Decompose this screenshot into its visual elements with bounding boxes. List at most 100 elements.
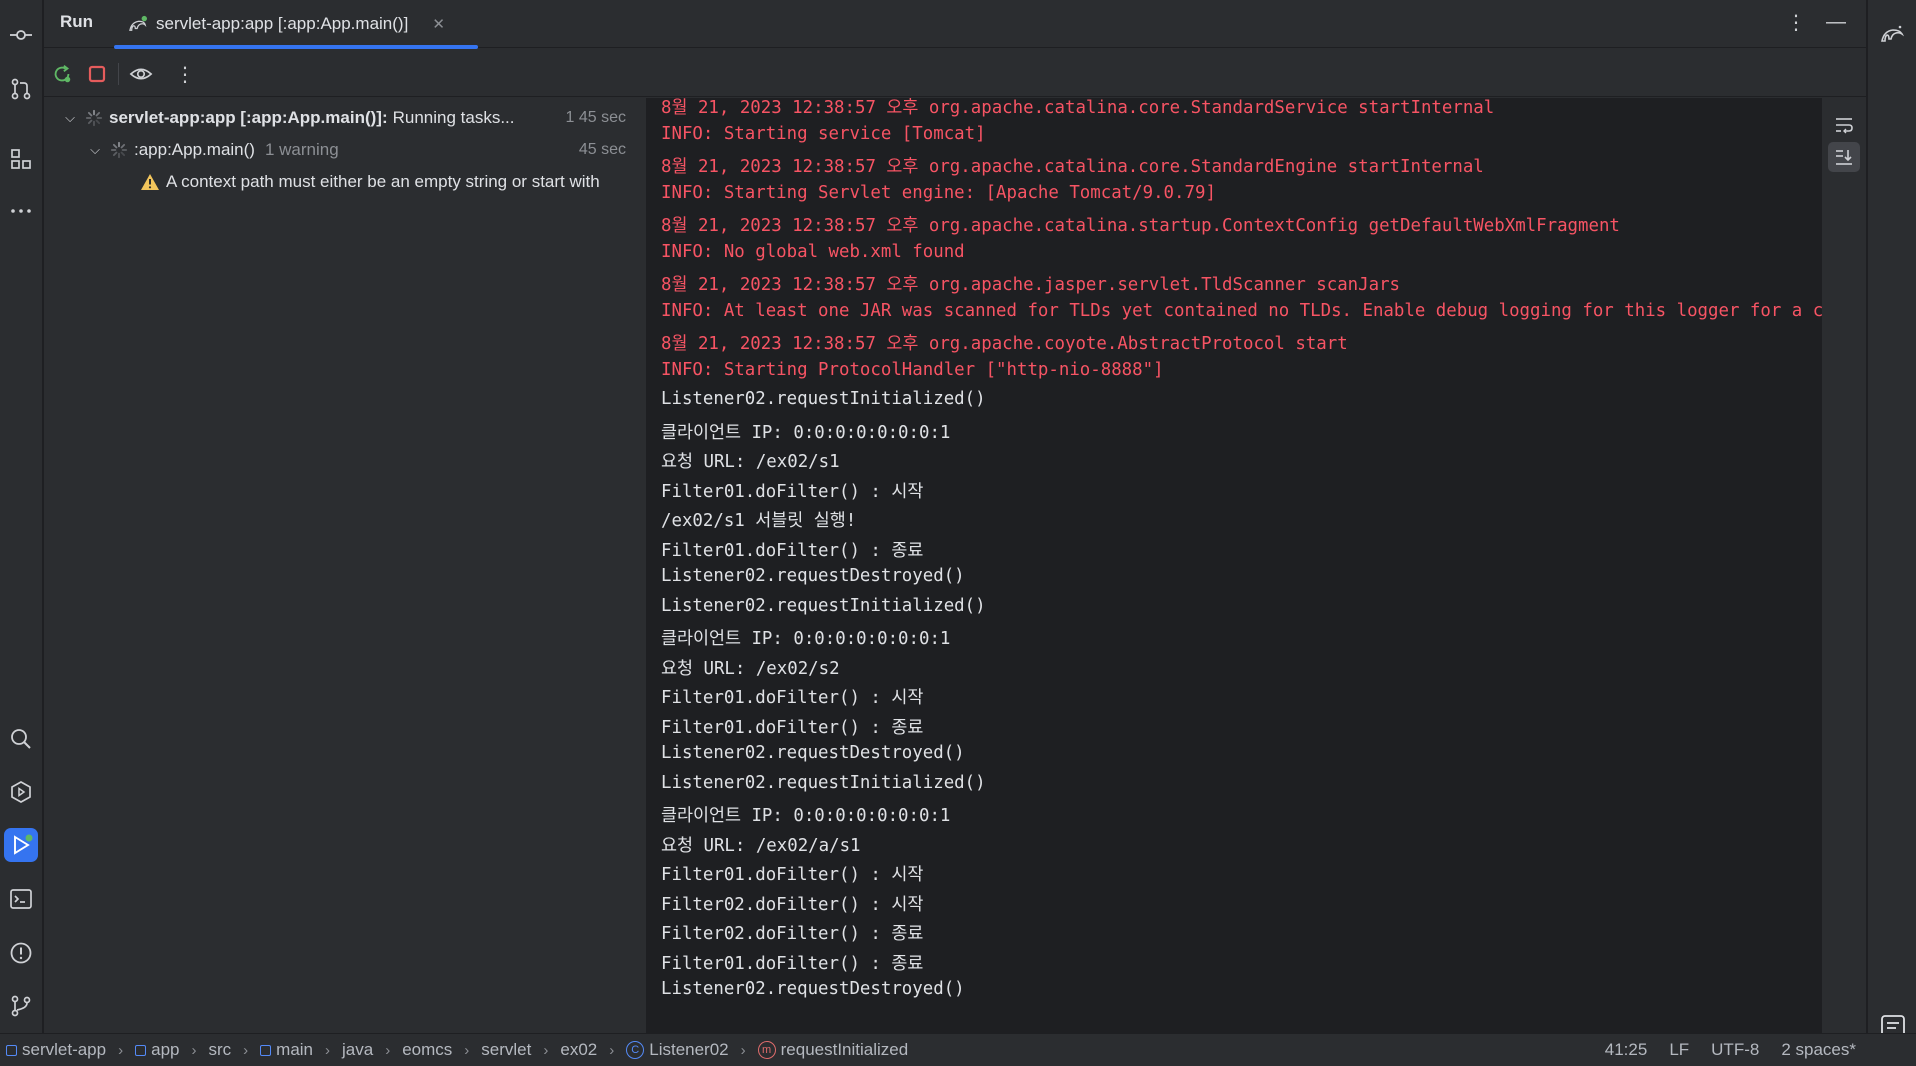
search-icon[interactable] — [4, 722, 38, 756]
status-bar: servlet-app › app › src › main › java › eomcs › serv… — [0, 1033, 1916, 1066]
chevron-right-icon: › — [118, 1041, 124, 1059]
indent-setting[interactable]: 2 spaces* — [1781, 1040, 1856, 1060]
file-encoding[interactable]: UTF-8 — [1711, 1040, 1759, 1060]
console-line: 8월 21, 2023 12:38:57 오후 org.apache.catal… — [661, 157, 1484, 177]
module-icon — [6, 1044, 17, 1056]
git-icon[interactable] — [4, 989, 38, 1023]
panel-actions: ⋮ — — [1786, 10, 1846, 35]
breadcrumb-label: java — [342, 1040, 374, 1059]
scroll-to-end-icon[interactable] — [1828, 142, 1860, 172]
breadcrumb-item[interactable]: main — [260, 1040, 313, 1060]
run-tool-icon[interactable] — [4, 828, 38, 862]
console-line: /ex02/s1 서블릿 실행! — [661, 511, 857, 531]
close-icon[interactable]: ✕ — [432, 15, 445, 33]
console-line: 클라이언트 IP: 0:0:0:0:0:0:0:1 — [661, 806, 951, 826]
chevron-down-icon[interactable]: ⌵ — [61, 110, 79, 126]
tab-run-configuration[interactable]: servlet-app:app [:app:App.main()] ✕ — [114, 0, 478, 48]
breadcrumb-label: Listener02 — [649, 1040, 729, 1059]
console-output[interactable]: 8월 21, 2023 12:38:57 오후 org.apache.catal… — [646, 98, 1822, 1033]
console-line: Filter02.doFilter() : 시작 — [661, 894, 924, 915]
chevron-right-icon: › — [609, 1041, 615, 1059]
commit-icon[interactable] — [4, 18, 38, 52]
module-icon — [260, 1044, 272, 1056]
tree-warning-row[interactable]: A context path must either be an empty s… — [44, 168, 646, 196]
console-line: 8월 21, 2023 12:38:57 오후 org.apache.coyot… — [661, 334, 1348, 354]
breadcrumb-item[interactable]: java — [342, 1040, 373, 1060]
more-tools-icon[interactable] — [4, 194, 38, 228]
console-line: Filter01.doFilter() : 종료 — [661, 540, 924, 561]
console-line: Filter01.doFilter() : 시작 — [661, 865, 924, 885]
line-ending[interactable]: LF — [1669, 1040, 1689, 1060]
minimize-icon[interactable]: — — [1826, 11, 1846, 34]
chevron-right-icon: › — [464, 1041, 470, 1059]
console-line: INFO: At least one JAR was scanned for T… — [661, 300, 1822, 321]
breadcrumb: servlet-app › app › src › main › java › eomcs › serv… — [0, 1040, 908, 1060]
breadcrumb-item[interactable]: eomcs — [402, 1040, 452, 1060]
class-icon: C — [626, 1041, 645, 1059]
run-toolbar: ⋮ — [44, 49, 1866, 97]
run-tree: ⌵ servlet-app:app [:app:App.main()]: Run… — [44, 98, 646, 1033]
more-options-icon[interactable]: ⋮ — [1786, 10, 1806, 35]
breadcrumb-label: ex02 — [560, 1040, 598, 1059]
breadcrumb-item[interactable]: servlet — [481, 1040, 531, 1060]
console-side-toolbar — [1822, 98, 1866, 1033]
console-line: Filter01.doFilter() : 시작 — [661, 481, 924, 502]
console-line: INFO: No global web.xml found — [661, 241, 965, 262]
breadcrumb-label: src — [208, 1040, 232, 1059]
gradle-tool-icon[interactable] — [1880, 22, 1906, 49]
breadcrumb-item[interactable]: C Listener02 — [626, 1040, 729, 1060]
breadcrumb-item[interactable]: servlet-app — [6, 1040, 106, 1060]
chevron-right-icon: › — [740, 1041, 746, 1059]
console-line: 8월 21, 2023 12:38:57 오후 org.apache.catal… — [661, 216, 1620, 236]
run-panel-title: Run — [60, 12, 94, 31]
soft-wrap-icon[interactable] — [1828, 110, 1860, 140]
gradle-icon — [129, 15, 147, 31]
spinner-icon — [85, 109, 103, 127]
console-line: 8월 21, 2023 12:38:57 오후 org.apache.catal… — [661, 98, 1495, 118]
breadcrumb-label: servlet-app — [22, 1040, 107, 1059]
rerun-icon[interactable] — [47, 59, 77, 89]
console-line: Filter01.doFilter() : 종료 — [661, 717, 924, 738]
tree-root-time: 1 45 sec — [565, 109, 626, 126]
chevron-right-icon: › — [543, 1041, 549, 1059]
console-line: Listener02.requestDestroyed() — [661, 979, 965, 999]
toolbar-more-icon[interactable]: ⋮ — [170, 59, 200, 89]
chevron-right-icon: › — [191, 1041, 197, 1059]
console-line: 요청 URL: /ex02/s1 — [661, 452, 840, 472]
right-tool-strip — [1867, 0, 1916, 1037]
chevron-right-icon: › — [243, 1041, 249, 1059]
view-options-icon[interactable] — [126, 59, 156, 89]
console-line: INFO: Starting ProtocolHandler ["http-ni… — [661, 359, 1164, 380]
console-line: Filter01.doFilter() : 시작 — [661, 688, 924, 708]
console-line: 클라이언트 IP: 0:0:0:0:0:0:0:1 — [661, 422, 951, 443]
console-line: Filter02.doFilter() : 종료 — [661, 924, 924, 944]
console-line: 요청 URL: /ex02/s2 — [661, 658, 840, 679]
problems-icon[interactable] — [4, 936, 38, 970]
pull-requests-icon[interactable] — [4, 72, 38, 106]
terminal-icon[interactable] — [4, 882, 38, 916]
console-line: Filter01.doFilter() : 종료 — [661, 953, 924, 974]
breadcrumb-item[interactable]: src — [208, 1040, 231, 1060]
breadcrumb-item[interactable]: m requestInitialized — [757, 1040, 908, 1060]
left-tool-strip — [0, 0, 43, 1033]
services-icon[interactable] — [4, 775, 38, 809]
console-line: 클라이언트 IP: 0:0:0:0:0:0:0:1 — [661, 629, 951, 649]
console-line: Listener02.requestInitialized() — [661, 772, 986, 793]
breadcrumb-label: servlet — [481, 1040, 532, 1059]
breadcrumb-item[interactable]: ex02 — [560, 1040, 597, 1060]
toolbar-divider — [118, 63, 119, 85]
status-right-group: 41:25 LF UTF-8 2 spaces* — [1605, 1040, 1856, 1060]
module-icon — [135, 1044, 147, 1056]
spinner-icon — [110, 141, 128, 159]
chevron-right-icon: › — [385, 1041, 391, 1059]
stop-icon[interactable] — [82, 59, 112, 89]
console-line: 8월 21, 2023 12:38:57 오후 org.apache.jaspe… — [661, 275, 1401, 295]
structure-icon[interactable] — [4, 142, 38, 176]
console-line: INFO: Starting service [Tomcat] — [661, 123, 986, 144]
tree-root-row[interactable]: ⌵ servlet-app:app [:app:App.main()]: Run… — [44, 104, 646, 132]
breadcrumb-item[interactable]: app — [135, 1040, 179, 1060]
caret-position[interactable]: 41:25 — [1605, 1040, 1648, 1060]
method-icon: m — [757, 1041, 776, 1059]
tree-child-row[interactable]: ⌵ :app:App.main() 1 warning 45 sec — [44, 136, 646, 164]
chevron-down-icon[interactable]: ⌵ — [86, 142, 104, 158]
